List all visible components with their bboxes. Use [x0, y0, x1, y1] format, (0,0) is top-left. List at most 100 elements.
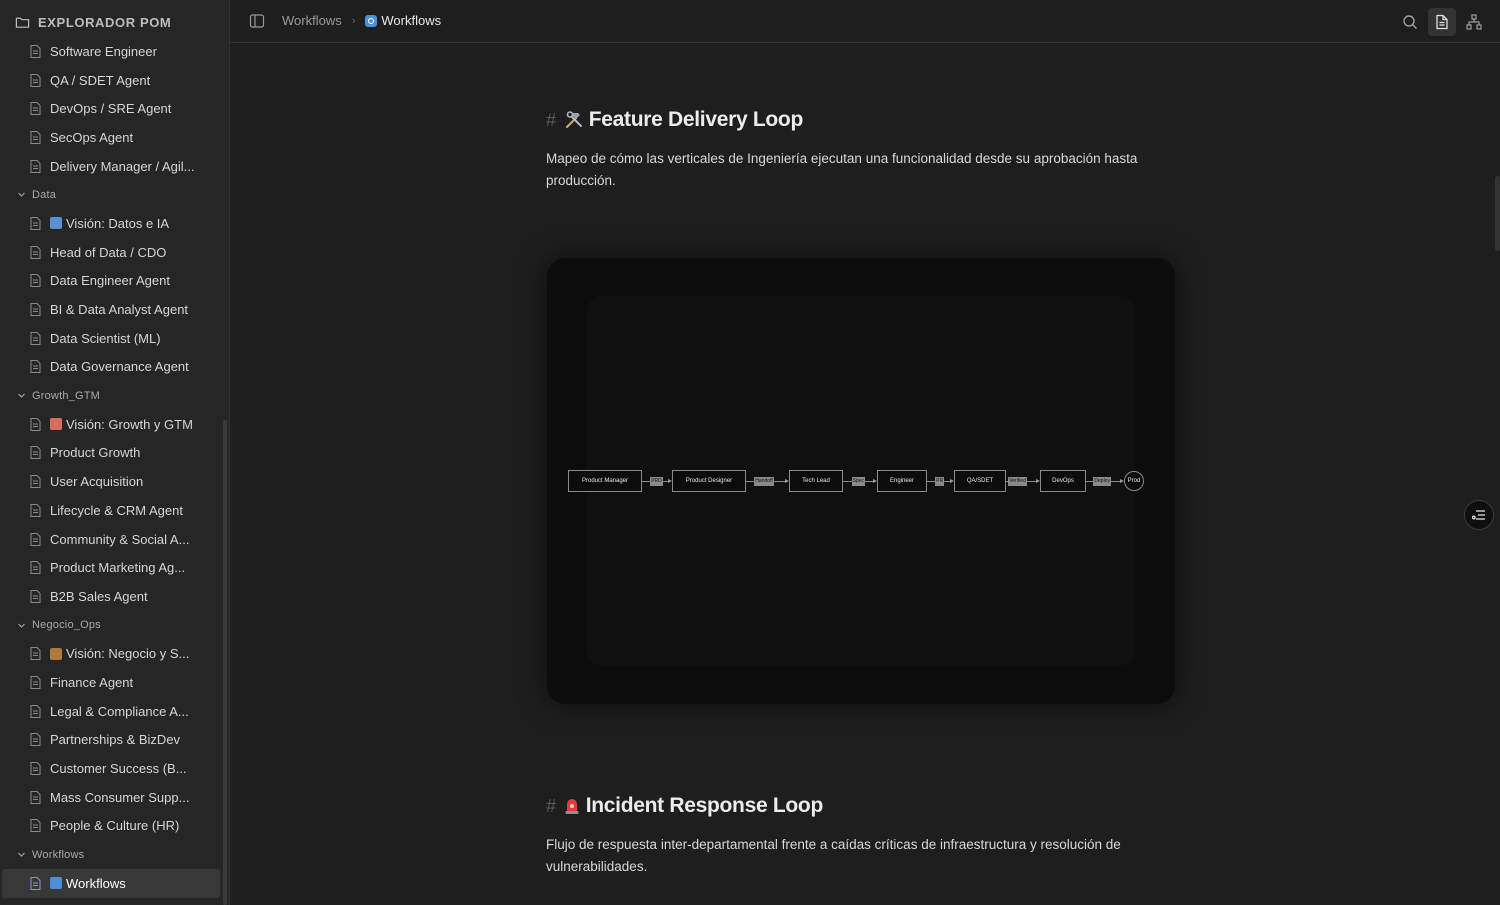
heading-hash-marker: #: [546, 795, 556, 816]
sidebar-item-label: SecOps Agent: [50, 129, 134, 145]
sidebar-item-b2b-sales-agent[interactable]: B2B Sales Agent: [0, 582, 222, 611]
sidebar-item-finance-agent[interactable]: Finance Agent: [0, 668, 222, 697]
sidebar-item-label: DevOps / SRE Agent: [50, 101, 172, 117]
sidebar-item-visi-n-negocio-y-s[interactable]: Visión: Negocio y S...: [0, 639, 222, 668]
chevron-down-icon: [18, 852, 25, 857]
sidebar-item-customer-success-b[interactable]: Customer Success (B...: [0, 754, 222, 783]
folder-negocio-ops[interactable]: Negocio_Ops: [0, 611, 222, 640]
mermaid-flow-diagram[interactable]: Product Manager PRD Product Designer Handof…: [547, 258, 1175, 704]
breadcrumb-current[interactable]: Workflows: [365, 13, 441, 28]
sidebar-item-visi-n-datos-e-ia[interactable]: Visión: Datos e IA: [0, 209, 222, 238]
sidebar-item-head-of-data-cdo[interactable]: Head of Data / CDO: [0, 238, 222, 267]
document-icon: [30, 762, 41, 776]
sidebar-item-community-social-a[interactable]: Community & Social A...: [0, 525, 222, 554]
breadcrumb: Workflows › Workflows: [282, 13, 441, 28]
note-content: # Feature Delivery Loop Mapeo de cómo la…: [231, 44, 1500, 905]
sidebar-item-user-acquisition[interactable]: User Acquisition: [0, 467, 222, 496]
flow-chart: Product Manager PRD Product Designer Handof…: [568, 470, 1158, 492]
flow-edge-label: PRD: [650, 477, 663, 486]
document-icon: [30, 102, 41, 116]
flow-edge-label: Deploy: [1093, 477, 1111, 486]
search-icon: [1403, 14, 1417, 29]
sidebar-item-data-scientist-ml[interactable]: Data Scientist (ML): [0, 324, 222, 353]
heading-title: Incident Response Loop: [585, 794, 824, 817]
document-icon: [30, 446, 41, 460]
folder-label: Workflows: [32, 848, 85, 861]
document-icon: [30, 331, 41, 345]
document-icon: [30, 475, 41, 489]
sidebar-item-visi-n-growth-y-gtm[interactable]: Visión: Growth y GTM: [0, 410, 222, 439]
breadcrumb-current-label: Workflows: [381, 13, 442, 28]
sidebar-toggle-icon[interactable]: [249, 13, 265, 29]
file-explorer-sidebar: EXPLORADOR POM Software Engineer QA / SDE…: [0, 0, 230, 905]
sidebar-item-product-marketing-ag[interactable]: Product Marketing Ag...: [0, 553, 222, 582]
document-icon: [30, 790, 41, 804]
sidebar-item-software-engineer[interactable]: Software Engineer: [0, 37, 222, 66]
folder-label: Growth_GTM: [32, 389, 101, 402]
sidebar-item-data-engineer-agent[interactable]: Data Engineer Agent: [0, 267, 222, 296]
sidebar-item-label: BI & Data Analyst Agent: [50, 302, 189, 318]
flow-edge-label: Handoff: [754, 477, 774, 486]
sidebar-item-delivery-manager-agil[interactable]: Delivery Manager / Agil...: [0, 152, 222, 181]
flow-node-prod: Prod: [1124, 471, 1144, 491]
sidebar-item-label: B2B Sales Agent: [50, 588, 148, 604]
content-scrollbar[interactable]: [1495, 176, 1500, 251]
flow-node-engineer: Engineer: [877, 470, 927, 492]
sidebar-item-product-growth[interactable]: Product Growth: [0, 439, 222, 468]
sidebar-item-lifecycle-crm-agent[interactable]: Lifecycle & CRM Agent: [0, 496, 222, 525]
breadcrumb-parent[interactable]: Workflows: [282, 13, 342, 28]
folder-label: Data: [32, 188, 57, 201]
graph-view-button[interactable]: [1460, 8, 1488, 36]
folder-workflows[interactable]: Workflows: [0, 840, 222, 869]
sidebar-scrollbar[interactable]: [223, 420, 227, 905]
sidebar-item-qa-sdet-agent[interactable]: QA / SDET Agent: [0, 66, 222, 95]
sidebar-item-label: Visión: Datos e IA: [66, 215, 170, 231]
document-icon: [30, 532, 41, 546]
flow-node-product-manager: Product Manager: [568, 470, 642, 492]
folder-growth-gtm[interactable]: Growth_GTM: [0, 381, 222, 410]
flow-node-qa-sdet: QA/SDET: [954, 470, 1006, 492]
sidebar-item-label: Product Growth: [50, 445, 141, 461]
document-icon: [30, 360, 41, 374]
outline-toggle-button[interactable]: [1464, 500, 1494, 530]
sidebar-item-mass-consumer-supp[interactable]: Mass Consumer Supp...: [0, 783, 222, 812]
sidebar-item-secops-agent[interactable]: SecOps Agent: [0, 123, 222, 152]
document-icon: [30, 733, 41, 747]
sidebar-item-label: QA / SDET Agent: [50, 72, 151, 88]
flow-edge-label: Spec: [851, 477, 865, 486]
sidebar-item-label: Partnerships & BizDev: [50, 732, 181, 748]
sidebar-item-devops-sre-agent[interactable]: DevOps / SRE Agent: [0, 94, 222, 123]
sidebar-item-partnerships-bizdev[interactable]: Partnerships & BizDev: [0, 726, 222, 755]
sidebar-item-label: Delivery Manager / Agil...: [50, 158, 195, 174]
document-icon: [30, 130, 41, 144]
flow-node-devops: DevOps: [1040, 470, 1086, 492]
sidebar-item-data-governance-agent[interactable]: Data Governance Agent: [0, 353, 222, 382]
document-icon: [30, 561, 41, 575]
folder-label: Negocio_Ops: [32, 619, 101, 632]
section-description: Flujo de respuesta inter-departamental f…: [546, 837, 1121, 874]
chevron-down-icon: [18, 393, 25, 398]
sidebar-item-bi-data-analyst-agent[interactable]: BI & Data Analyst Agent: [0, 295, 222, 324]
heading-feature-delivery-loop: # Feature Delivery Loop: [546, 108, 803, 132]
rocket-emoji-icon: [50, 418, 62, 431]
document-view-icon: [1436, 14, 1448, 29]
heading-incident-response-loop: # Incident Response Loop: [546, 794, 823, 818]
section-description: Mapeo de cómo las verticales de Ingenier…: [546, 151, 1138, 188]
chevron-down-icon: [18, 192, 25, 198]
sidebar-item-people-culture-hr[interactable]: People & Culture (HR): [0, 812, 222, 841]
document-icon: [30, 73, 41, 87]
sidebar-item-workflows[interactable]: Workflows: [2, 868, 220, 898]
sidebar-item-label: Data Scientist (ML): [50, 330, 161, 346]
document-icon: [30, 245, 41, 259]
explorer-title: EXPLORADOR POM: [38, 14, 172, 30]
flow-node-tech-lead: Tech Lead: [789, 470, 843, 492]
folder-data[interactable]: Data: [0, 180, 222, 209]
search-button[interactable]: [1396, 8, 1424, 36]
document-view-button[interactable]: [1428, 7, 1456, 36]
sidebar-item-label: Data Engineer Agent: [50, 273, 170, 289]
sidebar-item-legal-compliance-a[interactable]: Legal & Compliance A...: [0, 697, 222, 726]
sidebar-item-label: Visión: Negocio y S...: [66, 646, 190, 662]
hammer-wrench-emoji-icon: [565, 111, 582, 129]
chart-emoji-icon: [50, 217, 62, 230]
document-icon: [30, 417, 41, 431]
